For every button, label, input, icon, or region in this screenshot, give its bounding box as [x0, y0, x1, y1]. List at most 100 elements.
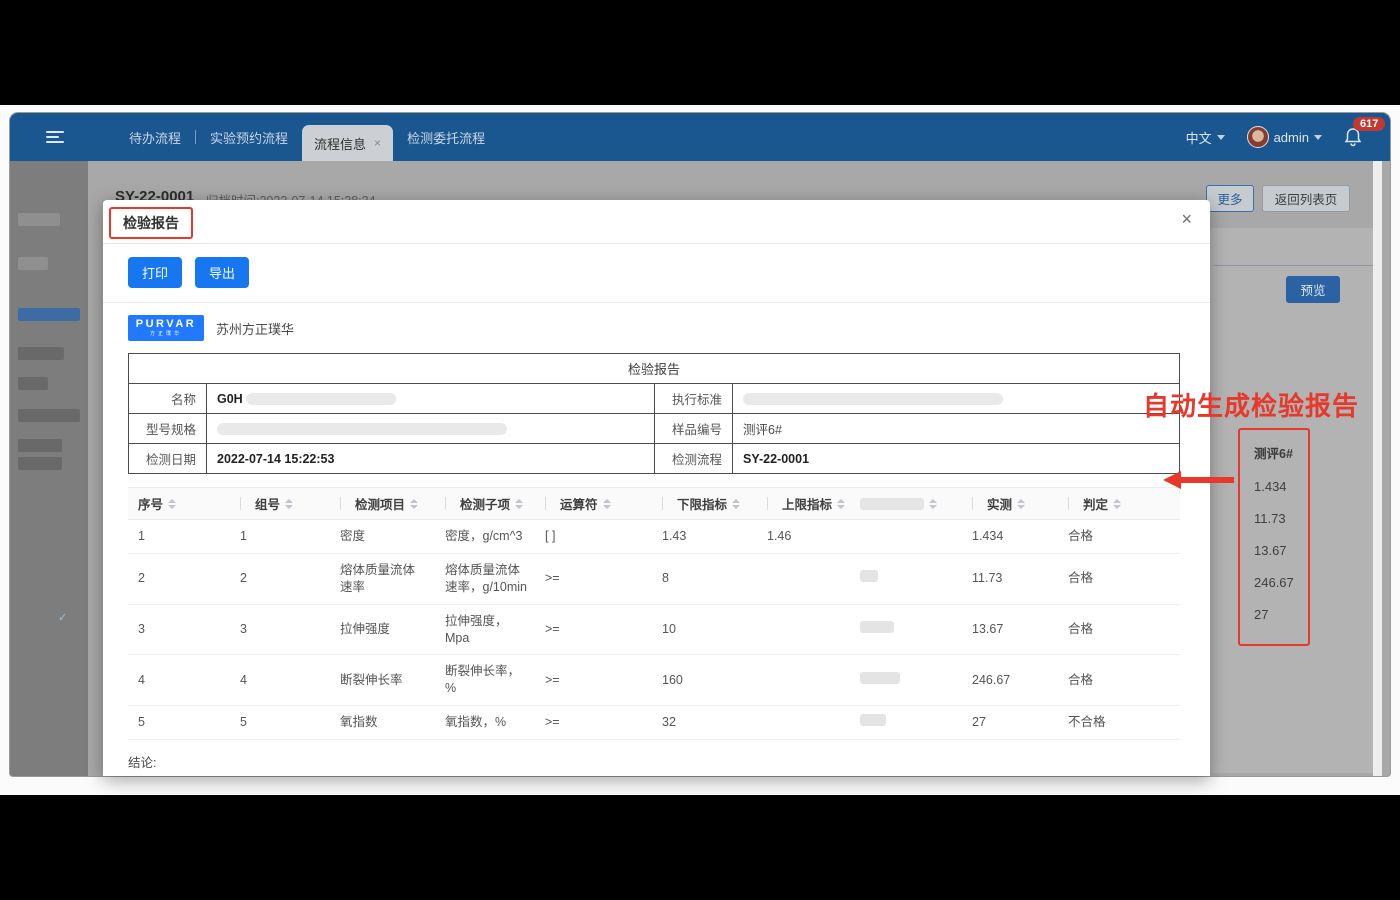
col-subitem[interactable]: 检测子项: [435, 488, 535, 520]
user-menu[interactable]: admin: [1247, 126, 1322, 148]
col-item[interactable]: 检测项目: [330, 488, 435, 520]
cell-seq: 5: [128, 706, 230, 740]
cell-group: 2: [230, 553, 330, 604]
preview-button[interactable]: 预览: [1286, 276, 1340, 303]
header-controls: 中文 admin 617: [1186, 113, 1362, 161]
annotation-result-box: [1238, 428, 1310, 646]
col-seq[interactable]: 序号: [128, 488, 230, 520]
cell-item: 拉伸强度: [330, 604, 435, 655]
cell-upper: [757, 655, 850, 706]
cell-seq: 2: [128, 553, 230, 604]
sort-icon[interactable]: [410, 499, 418, 509]
tab-pending-flows[interactable]: 待办流程: [115, 113, 195, 161]
company-name: 苏州方正璞华: [216, 319, 294, 338]
print-button[interactable]: 打印: [128, 257, 182, 288]
sidebar-item[interactable]: [18, 347, 64, 360]
col-redacted[interactable]: [850, 488, 962, 520]
sort-icon[interactable]: [603, 499, 611, 509]
cell-operator: [ ]: [535, 520, 652, 554]
field-label: 名称: [129, 384, 207, 414]
cell-actual: 27: [962, 706, 1058, 740]
annotation-arrow: [1180, 477, 1234, 483]
tab-test-commission-flow[interactable]: 检测委托流程: [393, 113, 499, 161]
cell-group: 4: [230, 655, 330, 706]
modal-title: 检验报告: [123, 215, 179, 231]
cell-lower: 10: [652, 604, 757, 655]
sidebar-item[interactable]: [18, 377, 48, 390]
cell-lower: 1.43: [652, 520, 757, 554]
cell-group: 5: [230, 706, 330, 740]
sort-icon[interactable]: [1017, 499, 1025, 509]
table-row: 2 2 熔体质量流体速率 熔体质量流体速率，g/10min >= 8 11.73…: [128, 553, 1180, 604]
tab-lab-reservation-flow[interactable]: 实验预约流程: [196, 113, 302, 161]
col-actual[interactable]: 实测: [962, 488, 1058, 520]
sort-icon[interactable]: [732, 499, 740, 509]
sidebar-item[interactable]: [18, 409, 80, 422]
col-verdict[interactable]: 判定: [1058, 488, 1180, 520]
back-to-list-button[interactable]: 返回列表页: [1262, 185, 1350, 212]
cell-redacted: [850, 553, 962, 604]
cell-seq: 3: [128, 604, 230, 655]
cell-verdict: 合格: [1058, 553, 1180, 604]
more-button[interactable]: 更多: [1206, 185, 1254, 212]
field-label: 检测流程: [655, 444, 733, 474]
sort-icon[interactable]: [285, 499, 293, 509]
sidebar-item[interactable]: [18, 257, 48, 270]
redacted-blur: [860, 621, 894, 633]
cell-item: 断裂伸长率: [330, 655, 435, 706]
sort-icon[interactable]: [168, 499, 176, 509]
col-label: 检测子项: [460, 494, 510, 513]
cell-seq: 1: [128, 520, 230, 554]
cell-item: 熔体质量流体速率: [330, 553, 435, 604]
table-row: 1 1 密度 密度，g/cm^3 [ ] 1.43 1.46 1.434 合格: [128, 520, 1180, 554]
chevron-down-icon: [1314, 135, 1322, 140]
tab-flow-info-label: 流程信息: [314, 134, 366, 153]
sidebar-item[interactable]: [18, 457, 62, 470]
language-label: 中文: [1186, 128, 1212, 147]
table-row: 4 4 断裂伸长率 断裂伸长率，% >= 160 246.67 合格: [128, 655, 1180, 706]
cell-lower: 8: [652, 553, 757, 604]
cell-upper: [757, 706, 850, 740]
redacted-blur: [860, 714, 886, 726]
result-table-header: 序号 组号 检测项目 检测子项 运算符 下限指标 上限指标 实测 判定: [128, 488, 1180, 520]
menu-toggle-icon[interactable]: [46, 128, 64, 146]
redacted-blur: [246, 393, 396, 405]
table-row: 3 3 拉伸强度 拉伸强度，Mpa >= 10 13.67 合格: [128, 604, 1180, 655]
scrollbar[interactable]: [1373, 161, 1382, 776]
cell-subitem: 密度，g/cm^3: [435, 520, 535, 554]
sidebar-item[interactable]: [18, 213, 60, 226]
col-label: 实测: [987, 494, 1012, 513]
field-label: 检测日期: [129, 444, 207, 474]
sort-icon[interactable]: [929, 499, 937, 509]
cell-verdict: 合格: [1058, 604, 1180, 655]
table-row: 5 5 氧指数 氧指数，% >= 32 27 不合格: [128, 706, 1180, 740]
cell-verdict: 不合格: [1058, 706, 1180, 740]
close-icon[interactable]: ×: [1181, 210, 1192, 228]
cell-actual: 246.67: [962, 655, 1058, 706]
app-header: 待办流程 实验预约流程 流程信息 × 检测委托流程 中文 admin: [10, 113, 1390, 161]
col-lower-limit[interactable]: 下限指标: [652, 488, 757, 520]
col-operator[interactable]: 运算符: [535, 488, 652, 520]
cell-operator: >=: [535, 553, 652, 604]
sidebar-item-selected[interactable]: [18, 308, 80, 321]
tab-close-icon[interactable]: ×: [374, 136, 381, 150]
cell-upper: [757, 553, 850, 604]
col-upper-limit[interactable]: 上限指标: [757, 488, 850, 520]
tab-flow-info[interactable]: 流程信息 ×: [302, 125, 393, 161]
sort-icon[interactable]: [1113, 499, 1121, 509]
col-group[interactable]: 组号: [230, 488, 330, 520]
redacted-blur: [217, 423, 507, 435]
col-label: 上限指标: [782, 494, 832, 513]
language-selector[interactable]: 中文: [1186, 128, 1225, 147]
sort-icon[interactable]: [837, 499, 845, 509]
sidebar-item[interactable]: [18, 439, 62, 452]
annotation-text: 自动生成检验报告: [1143, 386, 1359, 423]
field-value: [207, 414, 655, 444]
cell-actual: 1.434: [962, 520, 1058, 554]
export-button[interactable]: 导出: [195, 257, 249, 288]
notification-bell[interactable]: 617: [1344, 127, 1362, 147]
cell-subitem: 熔体质量流体速率，g/10min: [435, 553, 535, 604]
cell-lower: 160: [652, 655, 757, 706]
sort-icon[interactable]: [515, 499, 523, 509]
cell-item: 氧指数: [330, 706, 435, 740]
